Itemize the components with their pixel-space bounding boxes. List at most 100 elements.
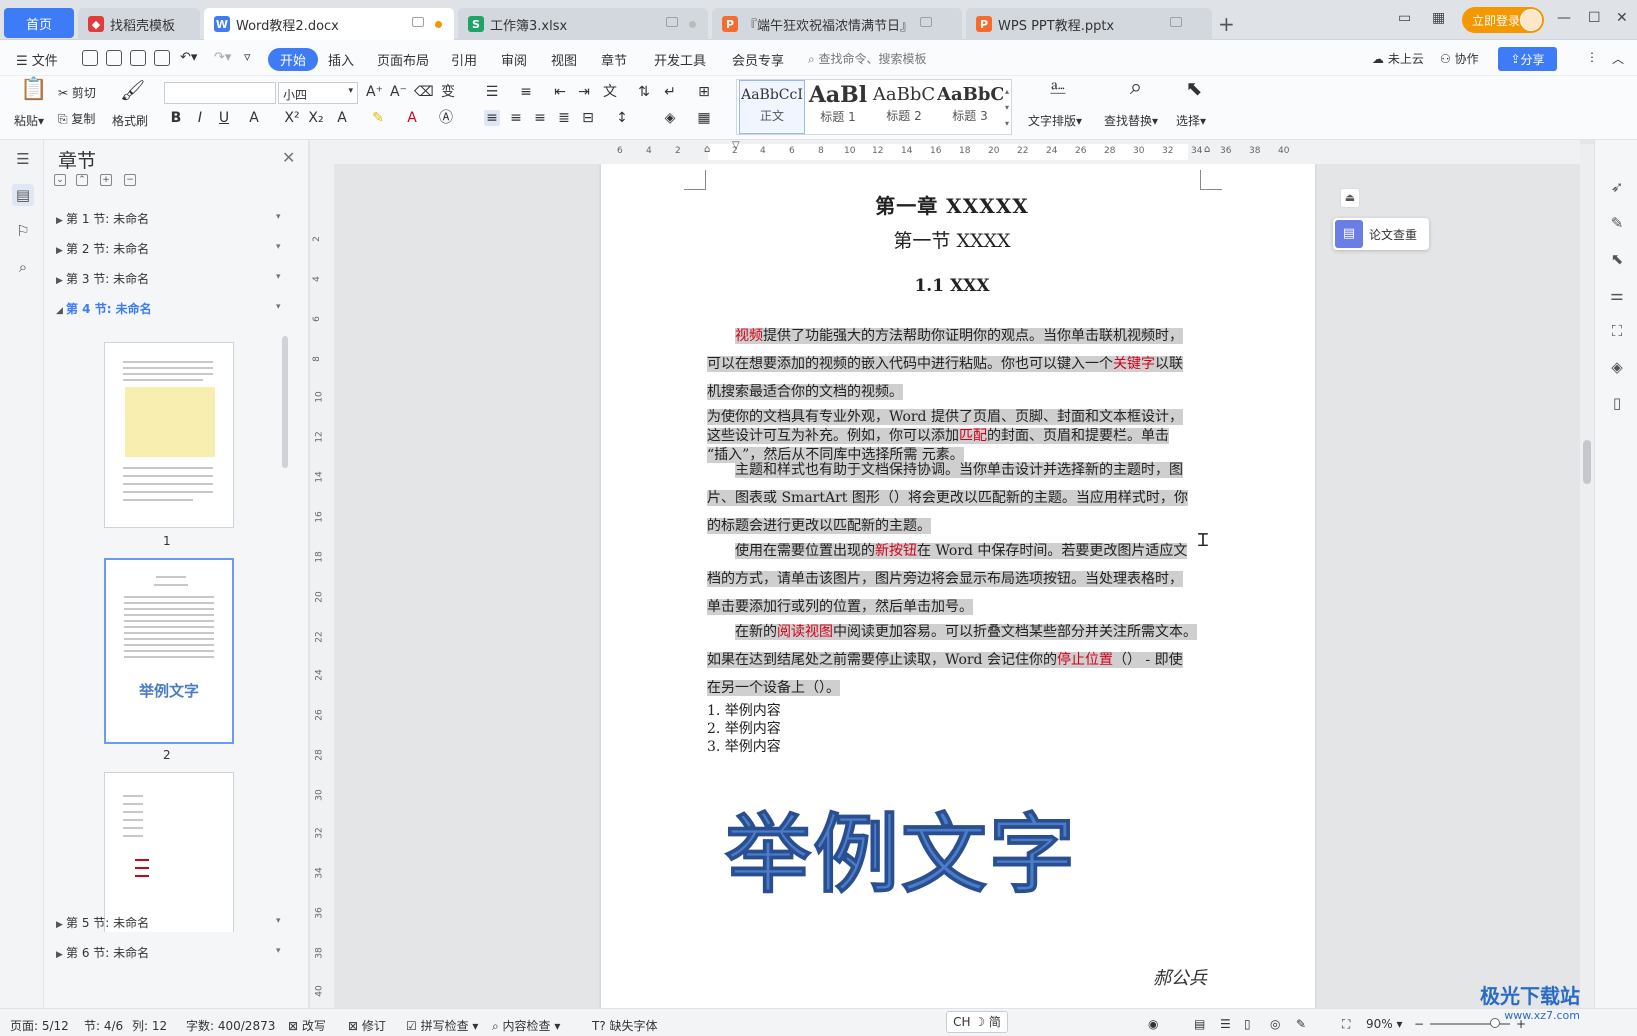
close-icon[interactable]: ✕ xyxy=(282,148,295,167)
file-menu[interactable]: ☰ 文件 xyxy=(16,50,58,69)
fit-page-icon[interactable]: ⛶ xyxy=(1342,1017,1350,1032)
collapse-ribbon-icon[interactable]: ︿ xyxy=(1612,50,1624,67)
menu-item-insert[interactable]: 插入 xyxy=(328,50,354,69)
nav-section-5[interactable]: ▶ 第 5 节: 未命名 ▾ xyxy=(56,914,296,931)
collapse-float-icon[interactable]: ⏏ xyxy=(1340,188,1360,208)
export-icon[interactable] xyxy=(106,50,122,66)
customize-icon[interactable]: ▿ xyxy=(244,50,251,65)
login-button[interactable]: 立即登录 xyxy=(1462,7,1544,33)
tab-word-doc[interactable]: W Word教程2.docx xyxy=(204,8,454,40)
page-view-icon[interactable]: ▤ xyxy=(1194,1017,1205,1031)
print-icon[interactable] xyxy=(130,50,146,66)
scrollbar-thumb[interactable] xyxy=(1583,440,1591,484)
tab-stops-icon[interactable]: ⊞ xyxy=(696,84,712,100)
borders-icon[interactable]: ▦ xyxy=(696,110,712,126)
bookmark-icon[interactable]: ⚐ xyxy=(12,220,34,242)
paste-button[interactable]: 粘贴▾ xyxy=(14,112,44,129)
align-left-icon[interactable]: ≡ xyxy=(484,110,500,126)
horizontal-ruler[interactable]: 6 4 2 2 4 6 8 10 12 14 16 18 20 22 24 26… xyxy=(310,140,1580,164)
new-tab-button[interactable]: + xyxy=(1218,12,1235,36)
align-right-icon[interactable]: ≡ xyxy=(532,110,548,126)
vertical-scrollbar[interactable] xyxy=(1580,144,1594,1008)
pointer-icon[interactable]: ⬉ xyxy=(1607,250,1627,270)
eye-icon[interactable]: ◉ xyxy=(1148,1017,1158,1031)
menu-item-chapter[interactable]: 章节 xyxy=(601,50,627,69)
tab-home[interactable]: 首页 xyxy=(4,8,74,38)
page-indicator[interactable]: 页面: 5/12 xyxy=(10,1017,69,1034)
italic-icon[interactable]: I xyxy=(192,110,208,126)
layout-icon[interactable]: ▭ xyxy=(1398,10,1411,26)
list-item[interactable]: 2. 举例内容 xyxy=(707,720,781,739)
rocket-icon[interactable]: ➶ xyxy=(1607,178,1627,198)
subsection-heading[interactable]: 1.1 XXX xyxy=(707,276,1197,296)
bold-icon[interactable]: B xyxy=(168,110,184,126)
font-color-icon[interactable]: A xyxy=(404,110,420,126)
select-cursor-icon[interactable]: ⬉ xyxy=(1182,78,1206,106)
paragraph-5[interactable]: 在新的阅读视图中阅读更加容易。可以折叠文档某些部分并关注所需文本。 如果在达到结… xyxy=(707,618,1197,702)
nav-scrollbar[interactable] xyxy=(282,336,288,468)
paragraph-1[interactable]: 视频提供了功能强大的方法帮助你证明你的观点。当你单击联机视频时， 可以在想要添加… xyxy=(707,322,1197,406)
style-normal[interactable]: AaBbCcI 正文 xyxy=(739,80,805,134)
nav-section-6[interactable]: ▶ 第 6 节: 未命名 ▾ xyxy=(56,944,296,961)
compass-icon[interactable]: ◈ xyxy=(1607,358,1627,378)
overwrite-toggle[interactable]: ⊠ 改写 xyxy=(288,1017,326,1034)
menu-item-review[interactable]: 审阅 xyxy=(501,50,527,69)
style-heading2[interactable]: AaBbC 标题 2 xyxy=(871,80,937,134)
preview-icon[interactable] xyxy=(154,50,170,66)
grow-font-icon[interactable]: A⁺ xyxy=(366,84,383,100)
more-icon[interactable]: ⋮ xyxy=(1586,50,1598,64)
line-spacing-icon[interactable]: ↕ xyxy=(614,110,630,126)
spell-check-button[interactable]: ☑ 拼写检查 ▾ xyxy=(406,1017,478,1034)
format-painter-button[interactable]: 格式刷 xyxy=(112,112,148,129)
write-view-icon[interactable]: ✎ xyxy=(1296,1017,1306,1031)
chapter-nav-icon[interactable]: ▤ xyxy=(12,184,34,206)
tab-excel[interactable]: S 工作簿3.xlsx xyxy=(458,8,708,40)
pen-icon[interactable]: ✎ xyxy=(1607,214,1627,234)
style-heading1[interactable]: AaBl 标题 1 xyxy=(805,80,871,134)
book-icon[interactable]: ▯ xyxy=(1607,394,1627,414)
shrink-font-icon[interactable]: A⁻ xyxy=(390,84,407,100)
tab-docer[interactable]: ◆ 找稻壳模板 xyxy=(78,8,200,40)
text-layout-button[interactable]: 文字排版▾ xyxy=(1028,112,1082,129)
outline-view-icon[interactable]: ☰ xyxy=(1220,1017,1231,1031)
zoom-out-icon[interactable]: − xyxy=(1414,1017,1424,1031)
collapse-all-icon[interactable]: ⌄ xyxy=(54,174,66,186)
sort-icon[interactable]: ⇅ xyxy=(636,84,652,100)
wordart-text[interactable]: 举例文字 xyxy=(725,784,1077,909)
search-icon[interactable]: ⌕ xyxy=(12,256,34,278)
char-border-icon[interactable]: Ⓐ xyxy=(438,110,454,126)
collab-button[interactable]: ⚇ 协作 xyxy=(1440,50,1479,67)
share-button[interactable]: ⇪ 分享 xyxy=(1498,47,1557,71)
font-name-select[interactable] xyxy=(164,82,276,104)
read-view-icon[interactable]: ▯ xyxy=(1244,1017,1251,1031)
web-view-icon[interactable]: ◎ xyxy=(1270,1017,1280,1031)
list-item[interactable]: 3. 举例内容 xyxy=(707,738,781,757)
revise-toggle[interactable]: ⊠ 修订 xyxy=(348,1017,386,1034)
ime-indicator[interactable]: CH ☽ 简 xyxy=(946,1011,1008,1033)
paper-check-button[interactable]: ▤ 论文查重 xyxy=(1333,218,1429,250)
image-icon[interactable]: ⛶ xyxy=(1607,322,1627,342)
underline-icon[interactable]: U xyxy=(216,110,232,126)
content-check-button[interactable]: ⌕ 内容检查 ▾ xyxy=(492,1017,560,1034)
vertical-ruler[interactable]: 2 4 6 8 10 12 14 16 18 20 22 24 26 28 30… xyxy=(310,164,334,1008)
document-page[interactable]: 第一章 XXXXX 第一节 XXXX 1.1 XXX 视频提供了功能强大的方法帮… xyxy=(601,164,1315,1008)
expand-all-icon[interactable]: ⌃ xyxy=(76,174,88,186)
menu-item-start[interactable]: 开始 xyxy=(268,48,319,71)
shading-icon[interactable]: ◈ xyxy=(662,110,678,126)
menu-item-layout[interactable]: 页面布局 xyxy=(377,50,429,69)
copy-button[interactable]: ⎘ 复制 xyxy=(58,110,95,127)
nav-section-1[interactable]: ▶ 第 1 节: 未命名 ▾ xyxy=(56,210,296,227)
tab-ppt-festival[interactable]: P 『端午狂欢祝福浓情满节日』 xyxy=(712,8,962,40)
menu-item-developer[interactable]: 开发工具 xyxy=(654,50,706,69)
format-painter-icon[interactable]: 🖌 xyxy=(120,80,145,104)
close-icon[interactable]: ✕ xyxy=(1616,10,1628,26)
first-line-indent-marker[interactable]: ▽ xyxy=(732,140,740,151)
undo-icon[interactable]: ↶▾ xyxy=(180,50,197,65)
gallery-scroll-icon[interactable]: ▴ ▾ ▾ xyxy=(1005,84,1009,132)
find-replace-button[interactable]: 查找替换▾ xyxy=(1104,112,1158,129)
left-indent-marker[interactable]: ⌂ xyxy=(704,144,710,155)
tab-ppt-tutorial[interactable]: P WPS PPT教程.pptx xyxy=(966,8,1212,40)
list-item[interactable]: 1. 举例内容 xyxy=(707,702,781,721)
clear-format-icon[interactable]: ⌫ xyxy=(414,84,434,100)
numbering-icon[interactable]: ≡ xyxy=(518,84,534,100)
